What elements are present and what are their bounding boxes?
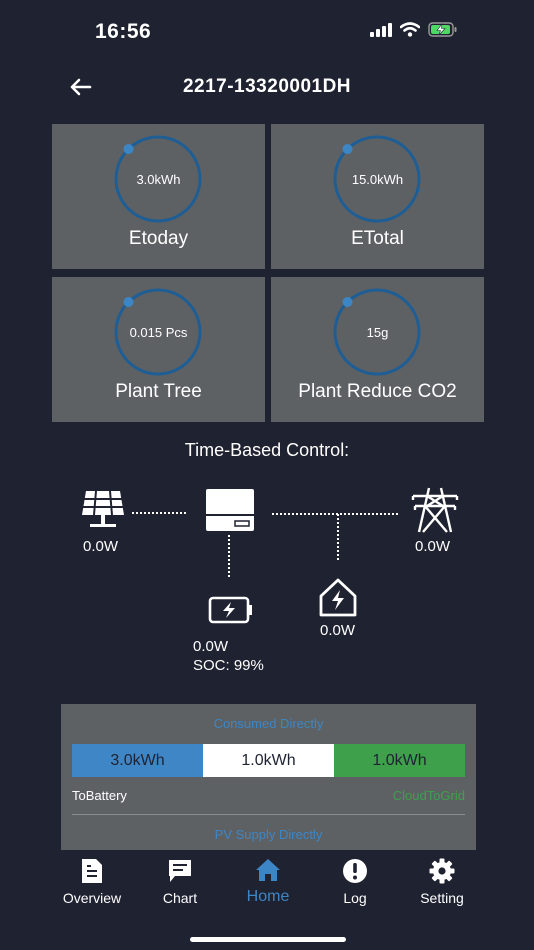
inverter-icon [206,489,254,531]
battery-icon [208,596,252,624]
header: 2217-13320001DH [0,62,534,112]
cloud-to-grid-label: CloudToGrid [392,788,465,803]
nav-label: Home [246,888,290,905]
nav-label: Setting [420,890,464,906]
home-power-value: 0.0W [320,622,356,639]
time-based-control-title: Time-Based Control: [184,440,350,460]
device-title: 2217-13320001DH [182,76,352,97]
status-icons [370,22,458,37]
energy-segment-to-grid: 1.0kWh [334,744,465,777]
status-time: 16:56 [95,20,152,43]
bottom-nav: Overview Chart Home Log Setting [0,852,534,922]
flow-line [228,535,230,577]
wifi-icon [400,22,420,37]
nav-log[interactable]: Log [310,858,400,914]
battery-charging-icon [428,22,457,37]
card-label: Etoday [128,228,189,249]
battery-soc-value: SOC: 99% [193,657,264,674]
card-value: 15.0kWh [351,172,404,187]
card-value: 0.015 Pcs [129,325,188,340]
energy-segment-to-battery: 3.0kWh [72,744,203,777]
card-value: 3.0kWh [136,172,181,187]
status-bar: 16:56 [0,0,534,62]
home-indicator [190,937,346,942]
solar-panel-icon [82,490,124,527]
flow-line [272,513,398,515]
card-value: 15g [366,325,389,340]
nav-label: Chart [162,890,198,906]
energy-panel: Consumed Directly 3.0kWh 1.0kWh 1.0kWh T… [61,704,476,850]
nav-label: Log [343,890,367,906]
card-etoday[interactable]: 3.0kWh Etoday [52,124,265,269]
solar-power-value: 0.0W [83,538,119,555]
card-etotal[interactable]: 15.0kWh ETotal [271,124,484,269]
card-plant-reduce-co2[interactable]: 15g Plant Reduce CO2 [271,277,484,422]
power-tower-icon [411,487,459,533]
nav-overview[interactable]: Overview [47,858,137,914]
alert-icon [343,859,367,883]
nav-setting[interactable]: Setting [397,858,487,914]
flow-line [337,514,339,560]
energy-flow-diagram: 0.0W 0.0W 0.0W SOC: 99% 0.0W [0,480,534,680]
energy-segment-consumed: 1.0kWh [203,744,334,777]
pv-supply-directly-label: PV Supply Directly [214,827,323,842]
document-icon [82,859,102,883]
consumed-directly-label: Consumed Directly [213,716,324,731]
cellular-signal-icon [370,22,392,37]
gear-icon [429,858,455,884]
stat-cards: 3.0kWh Etoday 15.0kWh ETotal 0.015 Pcs P… [52,124,485,422]
card-label: Plant Reduce CO2 [298,381,457,402]
energy-bar: 3.0kWh 1.0kWh 1.0kWh [72,744,465,777]
card-label: Plant Tree [115,381,202,402]
home-icon [256,859,280,881]
to-battery-label: ToBattery [72,788,127,803]
card-plant-tree[interactable]: 0.015 Pcs Plant Tree [52,277,265,422]
grid-power-value: 0.0W [415,538,451,555]
flow-line [132,512,186,514]
battery-power-value: 0.0W [193,638,229,655]
nav-chart[interactable]: Chart [135,858,225,914]
divider [72,814,465,815]
nav-label: Overview [62,890,122,906]
nav-home[interactable]: Home [223,858,313,914]
chat-bubble-icon [169,860,191,882]
home-power-icon [319,578,357,617]
card-label: ETotal [351,228,404,249]
